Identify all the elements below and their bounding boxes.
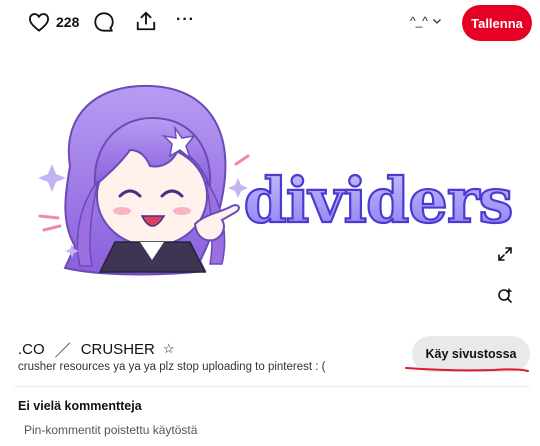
source-separator: ／ <box>54 343 71 360</box>
source-site[interactable]: .CO <box>18 341 45 358</box>
divider <box>14 386 530 387</box>
pin-source: .CO ／ CRUSHER ☆ <box>18 337 175 361</box>
save-button[interactable]: Tallenna <box>462 5 532 41</box>
pin-image[interactable]: dividers <box>0 46 540 306</box>
like-button[interactable]: 228 <box>28 12 79 32</box>
share-icon[interactable] <box>135 10 157 32</box>
chevron-down-icon <box>432 19 441 24</box>
board-select[interactable]: ^_^ <box>410 14 442 28</box>
pin-toolbar: 228 ··· ^_^ Tallenna <box>0 0 540 46</box>
like-count: 228 <box>56 14 80 30</box>
comments-disabled-text: Pin-kommentit poistettu käytöstä <box>24 423 198 437</box>
board-name: ^_^ <box>410 14 428 28</box>
pin-description: crusher resources ya ya ya plz stop uplo… <box>18 361 326 373</box>
heart-icon[interactable] <box>28 12 50 32</box>
anime-girl-illustration <box>38 84 250 276</box>
comments-heading: Ei vielä kommentteja <box>18 399 142 413</box>
pin-image-title: dividers <box>244 164 513 237</box>
source-name[interactable]: CRUSHER <box>81 341 155 358</box>
visual-search-icon[interactable] <box>496 286 514 304</box>
red-underline-annotation <box>405 367 529 372</box>
expand-icon[interactable] <box>496 245 514 263</box>
comment-icon[interactable] <box>93 11 115 33</box>
star-icon: ☆ <box>162 341 175 356</box>
more-icon[interactable]: ··· <box>176 12 195 28</box>
